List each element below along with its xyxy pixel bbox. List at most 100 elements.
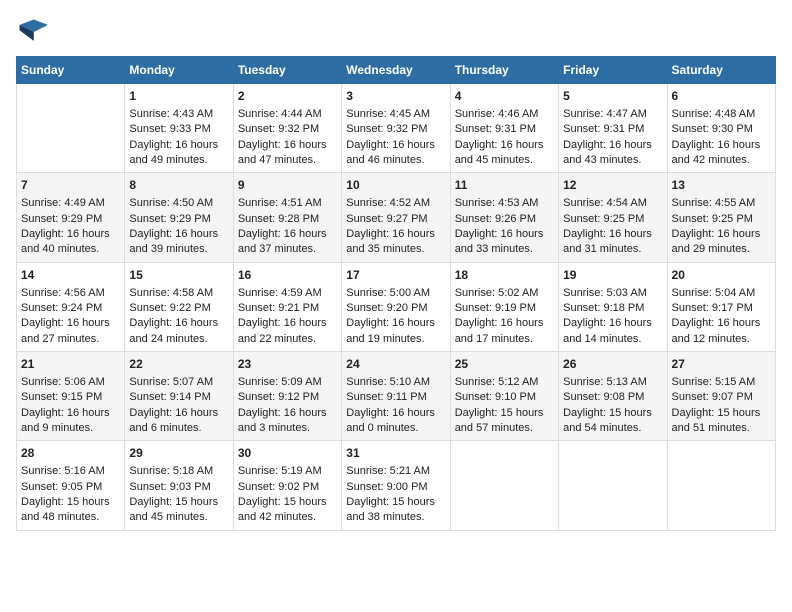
calendar-cell: 11 Sunrise: 4:53 AM Sunset: 9:26 PM Dayli… (450, 173, 558, 262)
calendar-cell (559, 441, 667, 530)
day-number: 5 (563, 88, 662, 105)
day-header-friday: Friday (559, 57, 667, 84)
day-number: 7 (21, 177, 120, 194)
day-number: 3 (346, 88, 445, 105)
calendar-cell: 12 Sunrise: 4:54 AM Sunset: 9:25 PM Dayli… (559, 173, 667, 262)
calendar-cell: 1 Sunrise: 4:43 AM Sunset: 9:33 PM Daylig… (125, 84, 233, 173)
calendar-cell: 9 Sunrise: 4:51 AM Sunset: 9:28 PM Daylig… (233, 173, 341, 262)
week-row-3: 14 Sunrise: 4:56 AM Sunset: 9:24 PM Dayli… (17, 262, 776, 351)
week-row-5: 28Sunrise: 5:16 AM Sunset: 9:05 PM Dayli… (17, 441, 776, 530)
calendar-cell (667, 441, 775, 530)
days-row: SundayMondayTuesdayWednesdayThursdayFrid… (17, 57, 776, 84)
day-info: Sunrise: 4:56 AM Sunset: 9:24 PM Dayligh… (21, 286, 120, 348)
calendar-cell: 3 Sunrise: 4:45 AM Sunset: 9:32 PM Daylig… (342, 84, 450, 173)
day-number: 11 (455, 177, 554, 194)
calendar-table: SundayMondayTuesdayWednesdayThursdayFrid… (16, 56, 776, 531)
day-info: Sunrise: 5:00 AM Sunset: 9:20 PM Dayligh… (346, 286, 445, 348)
day-number: 20 (672, 267, 771, 284)
day-info: Sunrise: 4:55 AM Sunset: 9:25 PM Dayligh… (672, 196, 771, 258)
day-info: Sunrise: 4:54 AM Sunset: 9:25 PM Dayligh… (563, 196, 662, 258)
calendar-cell: 6 Sunrise: 4:48 AM Sunset: 9:30 PM Daylig… (667, 84, 775, 173)
page-header (16, 16, 776, 48)
day-info: Sunrise: 4:48 AM Sunset: 9:30 PM Dayligh… (672, 107, 771, 169)
calendar-cell: 23 Sunrise: 5:09 AM Sunset: 9:12 PM Dayli… (233, 352, 341, 441)
day-number: 8 (129, 177, 228, 194)
day-header-sunday: Sunday (17, 57, 125, 84)
day-info: Sunrise: 5:18 AM Sunset: 9:03 PM Dayligh… (129, 464, 228, 526)
calendar-cell: 26 Sunrise: 5:13 AM Sunset: 9:08 PM Dayli… (559, 352, 667, 441)
day-number: 10 (346, 177, 445, 194)
calendar-cell: 25 Sunrise: 5:12 AM Sunset: 9:10 PM Dayli… (450, 352, 558, 441)
day-number: 21 (21, 356, 120, 373)
calendar-cell (450, 441, 558, 530)
day-info: Sunrise: 4:50 AM Sunset: 9:29 PM Dayligh… (129, 196, 228, 258)
day-info: Sunrise: 5:04 AM Sunset: 9:17 PM Dayligh… (672, 286, 771, 348)
calendar-cell: 17Sunrise: 5:00 AM Sunset: 9:20 PM Dayli… (342, 262, 450, 351)
calendar-cell: 18 Sunrise: 5:02 AM Sunset: 9:19 PM Dayli… (450, 262, 558, 351)
day-number: 19 (563, 267, 662, 284)
day-number: 31 (346, 445, 445, 462)
day-number: 4 (455, 88, 554, 105)
calendar-cell: 16Sunrise: 4:59 AM Sunset: 9:21 PM Dayli… (233, 262, 341, 351)
day-number: 23 (238, 356, 337, 373)
day-info: Sunrise: 4:53 AM Sunset: 9:26 PM Dayligh… (455, 196, 554, 258)
day-number: 12 (563, 177, 662, 194)
day-number: 29 (129, 445, 228, 462)
calendar-cell: 29 Sunrise: 5:18 AM Sunset: 9:03 PM Dayli… (125, 441, 233, 530)
day-info: Sunrise: 4:43 AM Sunset: 9:33 PM Dayligh… (129, 107, 228, 169)
day-info: Sunrise: 5:02 AM Sunset: 9:19 PM Dayligh… (455, 286, 554, 348)
day-number: 1 (129, 88, 228, 105)
day-number: 9 (238, 177, 337, 194)
day-number: 18 (455, 267, 554, 284)
day-info: Sunrise: 5:21 AM Sunset: 9:00 PM Dayligh… (346, 464, 445, 526)
day-number: 26 (563, 356, 662, 373)
day-info: Sunrise: 5:10 AM Sunset: 9:11 PM Dayligh… (346, 375, 445, 437)
day-number: 2 (238, 88, 337, 105)
calendar-cell: 15Sunrise: 4:58 AM Sunset: 9:22 PM Dayli… (125, 262, 233, 351)
calendar-cell: 31 Sunrise: 5:21 AM Sunset: 9:00 PM Dayli… (342, 441, 450, 530)
calendar-cell: 19Sunrise: 5:03 AM Sunset: 9:18 PM Dayli… (559, 262, 667, 351)
calendar-cell: 10 Sunrise: 4:52 AM Sunset: 9:27 PM Dayli… (342, 173, 450, 262)
calendar-cell: 28Sunrise: 5:16 AM Sunset: 9:05 PM Dayli… (17, 441, 125, 530)
calendar-cell: 22Sunrise: 5:07 AM Sunset: 9:14 PM Dayli… (125, 352, 233, 441)
day-info: Sunrise: 5:12 AM Sunset: 9:10 PM Dayligh… (455, 375, 554, 437)
calendar-cell: 30 Sunrise: 5:19 AM Sunset: 9:02 PM Dayli… (233, 441, 341, 530)
calendar-cell: 24 Sunrise: 5:10 AM Sunset: 9:11 PM Dayli… (342, 352, 450, 441)
day-info: Sunrise: 4:51 AM Sunset: 9:28 PM Dayligh… (238, 196, 337, 258)
day-info: Sunrise: 5:15 AM Sunset: 9:07 PM Dayligh… (672, 375, 771, 437)
logo (16, 16, 52, 48)
day-header-thursday: Thursday (450, 57, 558, 84)
day-info: Sunrise: 4:59 AM Sunset: 9:21 PM Dayligh… (238, 286, 337, 348)
day-info: Sunrise: 5:09 AM Sunset: 9:12 PM Dayligh… (238, 375, 337, 437)
calendar-cell: 14 Sunrise: 4:56 AM Sunset: 9:24 PM Dayli… (17, 262, 125, 351)
day-info: Sunrise: 4:52 AM Sunset: 9:27 PM Dayligh… (346, 196, 445, 258)
day-header-tuesday: Tuesday (233, 57, 341, 84)
calendar-cell: 8 Sunrise: 4:50 AM Sunset: 9:29 PM Daylig… (125, 173, 233, 262)
calendar-body: 1 Sunrise: 4:43 AM Sunset: 9:33 PM Daylig… (17, 84, 776, 531)
day-number: 27 (672, 356, 771, 373)
calendar-cell: 2Sunrise: 4:44 AM Sunset: 9:32 PM Daylig… (233, 84, 341, 173)
calendar-header: SundayMondayTuesdayWednesdayThursdayFrid… (17, 57, 776, 84)
day-info: Sunrise: 5:19 AM Sunset: 9:02 PM Dayligh… (238, 464, 337, 526)
calendar-cell: 27 Sunrise: 5:15 AM Sunset: 9:07 PM Dayli… (667, 352, 775, 441)
day-info: Sunrise: 5:16 AM Sunset: 9:05 PM Dayligh… (21, 464, 120, 526)
day-number: 25 (455, 356, 554, 373)
day-header-monday: Monday (125, 57, 233, 84)
day-number: 22 (129, 356, 228, 373)
day-number: 15 (129, 267, 228, 284)
calendar-cell (17, 84, 125, 173)
calendar-cell: 13 Sunrise: 4:55 AM Sunset: 9:25 PM Dayli… (667, 173, 775, 262)
day-info: Sunrise: 4:45 AM Sunset: 9:32 PM Dayligh… (346, 107, 445, 169)
calendar-cell: 4 Sunrise: 4:46 AM Sunset: 9:31 PM Daylig… (450, 84, 558, 173)
day-number: 30 (238, 445, 337, 462)
calendar-cell: 5Sunrise: 4:47 AM Sunset: 9:31 PM Daylig… (559, 84, 667, 173)
day-number: 6 (672, 88, 771, 105)
day-number: 13 (672, 177, 771, 194)
logo-icon (16, 16, 48, 48)
day-header-saturday: Saturday (667, 57, 775, 84)
day-info: Sunrise: 5:13 AM Sunset: 9:08 PM Dayligh… (563, 375, 662, 437)
day-number: 24 (346, 356, 445, 373)
week-row-1: 1 Sunrise: 4:43 AM Sunset: 9:33 PM Daylig… (17, 84, 776, 173)
day-number: 14 (21, 267, 120, 284)
day-info: Sunrise: 4:46 AM Sunset: 9:31 PM Dayligh… (455, 107, 554, 169)
